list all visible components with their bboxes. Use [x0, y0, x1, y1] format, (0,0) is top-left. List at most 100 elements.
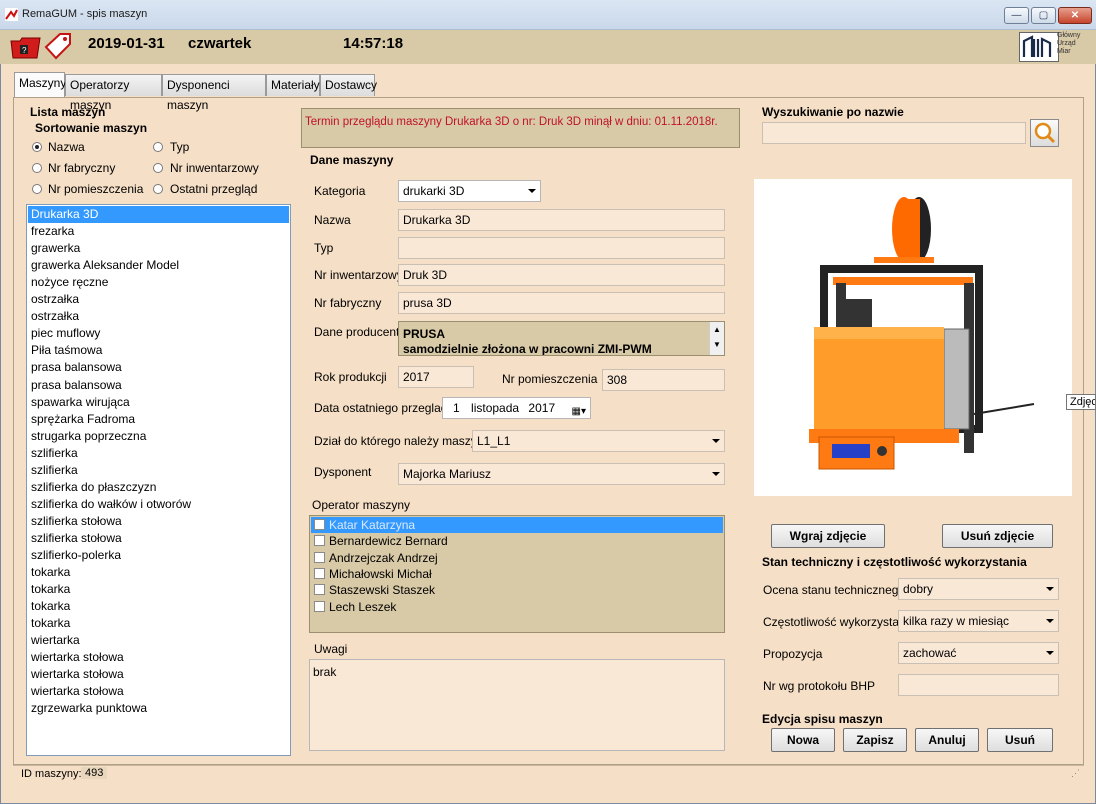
operator-checkbox[interactable]	[314, 551, 325, 563]
list-item[interactable]: tokarka	[28, 615, 289, 632]
cancel-button[interactable]: Anuluj	[915, 728, 979, 752]
list-item[interactable]: strugarka poprzeczna	[28, 428, 289, 445]
list-item[interactable]: ostrzałka	[28, 308, 289, 325]
minimize-button[interactable]: —	[1004, 7, 1029, 24]
sort-radio-nr-fabryczny[interactable]	[32, 163, 42, 173]
operator-checkbox[interactable]	[314, 519, 325, 530]
list-item[interactable]: frezarka	[28, 223, 289, 240]
dept-select[interactable]: L1_L1	[472, 430, 725, 452]
maximize-button[interactable]: ▢	[1031, 7, 1056, 24]
list-item[interactable]: szlifierka	[28, 445, 289, 462]
list-item[interactable]: wiertarka stołowa	[28, 649, 289, 666]
list-item[interactable]: szlifierka	[28, 462, 289, 479]
year-field[interactable]: 2017	[398, 366, 474, 388]
photo-tooltip: Zdjęci	[1066, 394, 1096, 410]
list-item[interactable]: szlifierka do płaszczyzn	[28, 479, 289, 496]
list-item[interactable]: grawerka	[28, 240, 289, 257]
list-item[interactable]: spawarka wirująca	[28, 394, 289, 411]
bhp-field[interactable]	[898, 674, 1059, 696]
sort-radio-typ[interactable]	[153, 142, 163, 152]
state-title: Stan techniczny i częstotliwość wykorzys…	[762, 555, 1027, 569]
operator-checkbox[interactable]	[314, 600, 325, 612]
list-item[interactable]: Drukarka 3D	[28, 206, 289, 223]
list-item[interactable]: zgrzewarka punktowa	[28, 700, 289, 717]
sort-radio-nazwa[interactable]	[32, 142, 42, 152]
list-item[interactable]: szlifierko-polerka	[28, 547, 289, 564]
list-item[interactable]: sprężarka Fadroma	[28, 411, 289, 428]
chevron-down-icon	[712, 472, 720, 476]
list-item[interactable]: ostrzałka	[28, 291, 289, 308]
search-title: Wyszukiwanie po nazwie	[762, 105, 904, 119]
operator-item[interactable]: Andrzejczak Andrzej	[311, 550, 723, 566]
tab-maszyny[interactable]: Maszyny	[14, 72, 66, 98]
inventory-field[interactable]: Druk 3D	[398, 264, 725, 286]
list-item[interactable]: Piła taśmowa	[28, 342, 289, 359]
list-item[interactable]: grawerka Aleksander Model	[28, 257, 289, 274]
list-item[interactable]: szlifierka do wałków i otworów	[28, 496, 289, 513]
operator-item[interactable]: Michałowski Michał	[311, 566, 723, 582]
list-item[interactable]: piec muflowy	[28, 325, 289, 342]
sort-radio-nr-inwentarzowy[interactable]	[153, 163, 163, 173]
list-item[interactable]: nożyce ręczne	[28, 274, 289, 291]
list-item[interactable]: tokarka	[28, 598, 289, 615]
freq-select[interactable]: kilka razy w miesiąc	[898, 610, 1059, 632]
name-field[interactable]: Drukarka 3D	[398, 209, 725, 231]
sort-label-nr-pomieszczenia: Nr pomieszczenia	[48, 182, 144, 196]
search-button[interactable]	[1030, 119, 1059, 147]
notes-textarea[interactable]: brak	[309, 659, 725, 751]
notes-label: Uwagi	[314, 642, 348, 656]
list-item[interactable]: szlifierka stołowa	[28, 513, 289, 530]
last-review-datepicker[interactable]: 1 listopada 2017 ▦▾	[442, 397, 591, 419]
owner-select[interactable]: Majorka Mariusz	[398, 463, 725, 485]
operator-item[interactable]: Staszewski Staszek	[311, 582, 723, 598]
tab-dostawcy[interactable]: Dostawcy	[320, 74, 377, 96]
room-field[interactable]: 308	[602, 369, 725, 391]
serial-field[interactable]: prusa 3D	[398, 292, 725, 314]
operator-item[interactable]: Katar Katarzyna	[311, 517, 723, 533]
list-item[interactable]: prasa balansowa	[28, 359, 289, 376]
calendar-icon[interactable]: ▦▾	[572, 402, 586, 422]
upload-photo-button[interactable]: Wgraj zdjęcie	[771, 524, 885, 548]
sort-radio-ostatni-przeglad[interactable]	[153, 184, 163, 194]
list-item[interactable]: wiertarka stołowa	[28, 683, 289, 700]
list-item[interactable]: szlifierka stołowa	[28, 530, 289, 547]
new-button[interactable]: Nowa	[771, 728, 835, 752]
machine-list[interactable]: Drukarka 3D frezarka grawerka grawerka Alek…	[26, 204, 291, 756]
list-item[interactable]: wiertarka stołowa	[28, 666, 289, 683]
operator-item[interactable]: Lech Leszek	[311, 599, 723, 615]
operator-item[interactable]: Bernardewicz Bernard	[311, 533, 723, 549]
operators-checklist[interactable]: Katar Katarzyna Bernardewicz Bernard Andrz…	[309, 515, 725, 633]
list-item[interactable]: prasa balansowa	[28, 377, 289, 394]
operator-checkbox[interactable]	[314, 535, 325, 547]
operator-checkbox[interactable]	[314, 584, 325, 596]
delete-button[interactable]: Usuń	[987, 728, 1053, 752]
operator-checkbox[interactable]	[314, 567, 325, 579]
tech-select[interactable]: dobry	[898, 578, 1059, 600]
review-month: listopada	[471, 401, 520, 415]
resize-grip-icon[interactable]: ⋰	[1071, 768, 1080, 779]
save-button[interactable]: Zapisz	[843, 728, 907, 752]
producer-textarea[interactable]: PRUSA samodzielnie złożona w pracowni ZM…	[398, 321, 725, 356]
category-select[interactable]: drukarki 3D	[398, 180, 541, 202]
operator-name: Michałowski Michał	[329, 566, 432, 581]
close-button[interactable]: ✕	[1058, 7, 1092, 24]
folder-warning-icon[interactable]: ?	[10, 33, 42, 61]
list-item[interactable]: tokarka	[28, 564, 289, 581]
tab-operatorzy[interactable]: Operatorzy maszyn	[65, 74, 162, 112]
sort-radio-nr-pomieszczenia[interactable]	[32, 184, 42, 194]
remove-photo-button[interactable]: Usuń zdjęcie	[942, 524, 1053, 548]
producer-scrollbar[interactable]: ▲ ▼	[709, 322, 724, 355]
tab-dysponenci[interactable]: Dysponenci maszyn	[162, 74, 266, 112]
search-input[interactable]	[762, 122, 1026, 144]
details-title: Dane maszyny	[310, 153, 394, 167]
chevron-down-icon	[528, 189, 536, 193]
serial-label: Nr fabryczny	[314, 296, 382, 310]
price-tag-icon[interactable]	[42, 31, 74, 61]
header-weekday: czwartek	[188, 35, 252, 52]
list-item[interactable]: wiertarka	[28, 632, 289, 649]
type-field[interactable]	[398, 237, 725, 259]
tab-materialy[interactable]: Materiały	[266, 74, 320, 96]
3d-printer-image	[809, 197, 1035, 470]
list-item[interactable]: tokarka	[28, 581, 289, 598]
prop-select[interactable]: zachować	[898, 642, 1059, 664]
